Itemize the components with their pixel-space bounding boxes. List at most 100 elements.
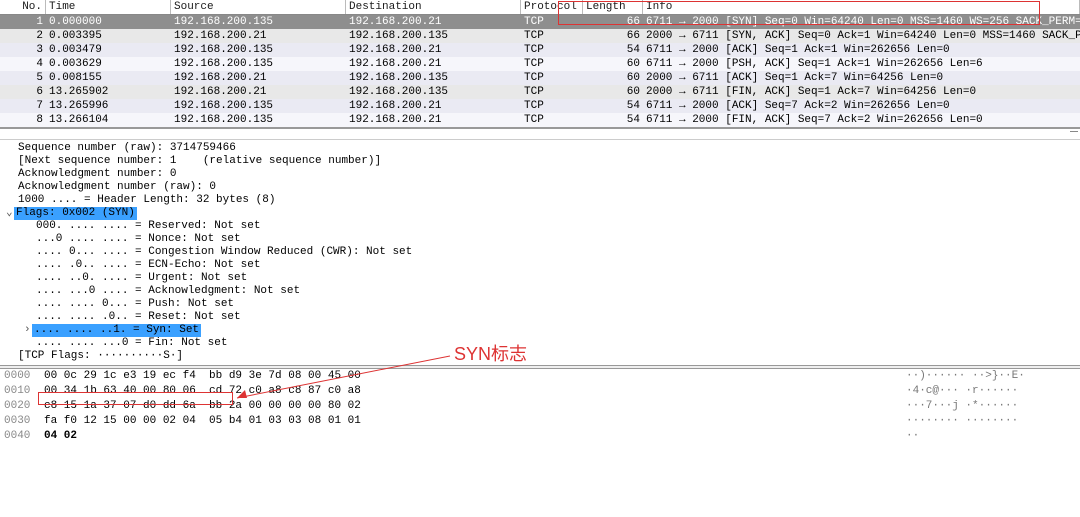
packet-row[interactable]: 613.265902192.168.200.21192.168.200.135T… <box>0 85 1080 99</box>
cell-time: 13.265996 <box>46 99 171 113</box>
cell-destination: 192.168.200.135 <box>346 29 521 43</box>
hex-offset: 0000 <box>4 370 44 383</box>
cell-length: 60 <box>583 85 643 99</box>
cell-length: 54 <box>583 43 643 57</box>
packet-row[interactable]: 10.000000192.168.200.135192.168.200.21TC… <box>0 15 1080 29</box>
packet-row[interactable]: 50.008155192.168.200.21192.168.200.135TC… <box>0 71 1080 85</box>
cell-source: 192.168.200.135 <box>171 113 346 127</box>
packet-row[interactable]: 813.266104192.168.200.135192.168.200.21T… <box>0 113 1080 127</box>
cell-source: 192.168.200.135 <box>171 57 346 71</box>
cell-source: 192.168.200.21 <box>171 71 346 85</box>
cell-length: 66 <box>583 29 643 43</box>
hex-ascii: ·4·c@··· ·r······ <box>906 385 1076 398</box>
cell-no: 5 <box>0 71 46 85</box>
flag-reserved[interactable]: 000. .... .... = Reserved: Not set <box>36 220 1080 233</box>
cell-no: 3 <box>0 43 46 57</box>
packet-details: Sequence number (raw): 3714759466 [Next … <box>0 140 1080 365</box>
detail-next-seq[interactable]: [Next sequence number: 1 (relative seque… <box>18 155 1080 168</box>
flag-fin[interactable]: .... .... ...0 = Fin: Not set <box>36 337 1080 350</box>
cell-protocol: TCP <box>521 113 583 127</box>
cell-info: 2000 → 6711 [ACK] Seq=1 Ack=7 Win=64256 … <box>643 71 1080 85</box>
cell-info: 2000 → 6711 [FIN, ACK] Seq=1 Ack=7 Win=6… <box>643 85 1080 99</box>
cell-no: 6 <box>0 85 46 99</box>
cell-protocol: TCP <box>521 57 583 71</box>
hex-offset: 0030 <box>4 415 44 428</box>
col-source[interactable]: Source <box>171 0 346 14</box>
hex-ascii: ··)······ ··>}··E· <box>906 370 1076 383</box>
tree-caret-syn[interactable]: › <box>24 324 32 337</box>
cell-protocol: TCP <box>521 99 583 113</box>
hex-ascii: ········ ········ <box>906 415 1076 428</box>
cell-info: 6711 → 2000 [ACK] Seq=1 Ack=1 Win=262656… <box>643 43 1080 57</box>
cell-protocol: TCP <box>521 29 583 43</box>
cell-destination: 192.168.200.21 <box>346 113 521 127</box>
cell-length: 60 <box>583 71 643 85</box>
hex-bytes: fa f0 12 15 00 00 02 04 05 b4 01 03 03 0… <box>44 415 906 428</box>
tree-caret-flags[interactable]: ⌄ <box>6 207 14 220</box>
cell-no: 2 <box>0 29 46 43</box>
detail-hdr-len[interactable]: 1000 .... = Header Length: 32 bytes (8) <box>18 194 1080 207</box>
cell-info: 6711 → 2000 [FIN, ACK] Seq=7 Ack=2 Win=2… <box>643 113 1080 127</box>
packet-row[interactable]: 713.265996192.168.200.135192.168.200.21T… <box>0 99 1080 113</box>
hex-row[interactable]: 000000 0c 29 1c e3 19 ec f4 bb d9 3e 7d … <box>0 369 1080 384</box>
annotation-label: SYN标志 <box>454 340 527 366</box>
hex-row[interactable]: 001000 34 1b 63 40 00 80 06 cd 72 c0 a8 … <box>0 384 1080 399</box>
flag-syn[interactable]: .... .... ..1. = Syn: Set <box>32 324 201 337</box>
flag-nonce[interactable]: ...0 .... .... = Nonce: Not set <box>36 233 1080 246</box>
flag-ecn[interactable]: .... .0.. .... = ECN-Echo: Not set <box>36 259 1080 272</box>
col-no[interactable]: No. <box>0 0 46 14</box>
hex-offset: 0010 <box>4 385 44 398</box>
detail-seq-raw[interactable]: Sequence number (raw): 3714759466 <box>18 142 1080 155</box>
cell-info: 6711 → 2000 [ACK] Seq=7 Ack=2 Win=262656… <box>643 99 1080 113</box>
cell-source: 192.168.200.21 <box>171 29 346 43</box>
cell-info: 6711 → 2000 [PSH, ACK] Seq=1 Ack=1 Win=2… <box>643 57 1080 71</box>
packet-list-header: No. Time Source Destination Protocol Len… <box>0 0 1080 15</box>
cell-time: 0.000000 <box>46 15 171 29</box>
cell-time: 0.003479 <box>46 43 171 57</box>
tcp-flags-summary[interactable]: [TCP Flags: ··········S·] <box>18 350 1080 363</box>
cell-time: 13.266104 <box>46 113 171 127</box>
cell-info: 2000 → 6711 [SYN, ACK] Seq=0 Ack=1 Win=6… <box>643 29 1080 43</box>
col-protocol[interactable]: Protocol <box>521 0 583 14</box>
cell-destination: 192.168.200.135 <box>346 71 521 85</box>
cell-destination: 192.168.200.135 <box>346 85 521 99</box>
pane-divider[interactable] <box>0 128 1080 140</box>
cell-no: 8 <box>0 113 46 127</box>
hex-ascii: ·· <box>906 430 1076 443</box>
cell-length: 66 <box>583 15 643 29</box>
hex-offset: 0040 <box>4 430 44 443</box>
cell-protocol: TCP <box>521 43 583 57</box>
cell-destination: 192.168.200.21 <box>346 43 521 57</box>
hex-bytes: 04 02 <box>44 430 906 443</box>
detail-ack[interactable]: Acknowledgment number: 0 <box>18 168 1080 181</box>
flag-urgent[interactable]: .... ..0. .... = Urgent: Not set <box>36 272 1080 285</box>
packet-row[interactable]: 20.003395192.168.200.21192.168.200.135TC… <box>0 29 1080 43</box>
cell-protocol: TCP <box>521 71 583 85</box>
hex-row[interactable]: 0020c8 15 1a 37 07 d0 dd 6a bb 2a 00 00 … <box>0 399 1080 414</box>
hex-offset: 0020 <box>4 400 44 413</box>
flag-push[interactable]: .... .... 0... = Push: Not set <box>36 298 1080 311</box>
hex-row[interactable]: 0030fa f0 12 15 00 00 02 04 05 b4 01 03 … <box>0 414 1080 429</box>
col-length[interactable]: Length <box>583 0 643 14</box>
packet-row[interactable]: 40.003629192.168.200.135192.168.200.21TC… <box>0 57 1080 71</box>
cell-info: 6711 → 2000 [SYN] Seq=0 Win=64240 Len=0 … <box>643 15 1080 29</box>
col-info[interactable]: Info <box>643 0 1080 14</box>
detail-flags[interactable]: Flags: 0x002 (SYN) <box>14 207 137 220</box>
cell-time: 0.003395 <box>46 29 171 43</box>
cell-time: 13.265902 <box>46 85 171 99</box>
col-destination[interactable]: Destination <box>346 0 521 14</box>
cell-no: 4 <box>0 57 46 71</box>
cell-source: 192.168.200.135 <box>171 15 346 29</box>
cell-source: 192.168.200.135 <box>171 43 346 57</box>
cell-protocol: TCP <box>521 15 583 29</box>
cell-no: 1 <box>0 15 46 29</box>
packet-row[interactable]: 30.003479192.168.200.135192.168.200.21TC… <box>0 43 1080 57</box>
cell-time: 0.003629 <box>46 57 171 71</box>
flag-cwr[interactable]: .... 0... .... = Congestion Window Reduc… <box>36 246 1080 259</box>
flag-reset[interactable]: .... .... .0.. = Reset: Not set <box>36 311 1080 324</box>
hex-row[interactable]: 004004 02·· <box>0 429 1080 444</box>
col-time[interactable]: Time <box>46 0 171 14</box>
flag-ack[interactable]: .... ...0 .... = Acknowledgment: Not set <box>36 285 1080 298</box>
detail-ack-raw[interactable]: Acknowledgment number (raw): 0 <box>18 181 1080 194</box>
cell-source: 192.168.200.135 <box>171 99 346 113</box>
